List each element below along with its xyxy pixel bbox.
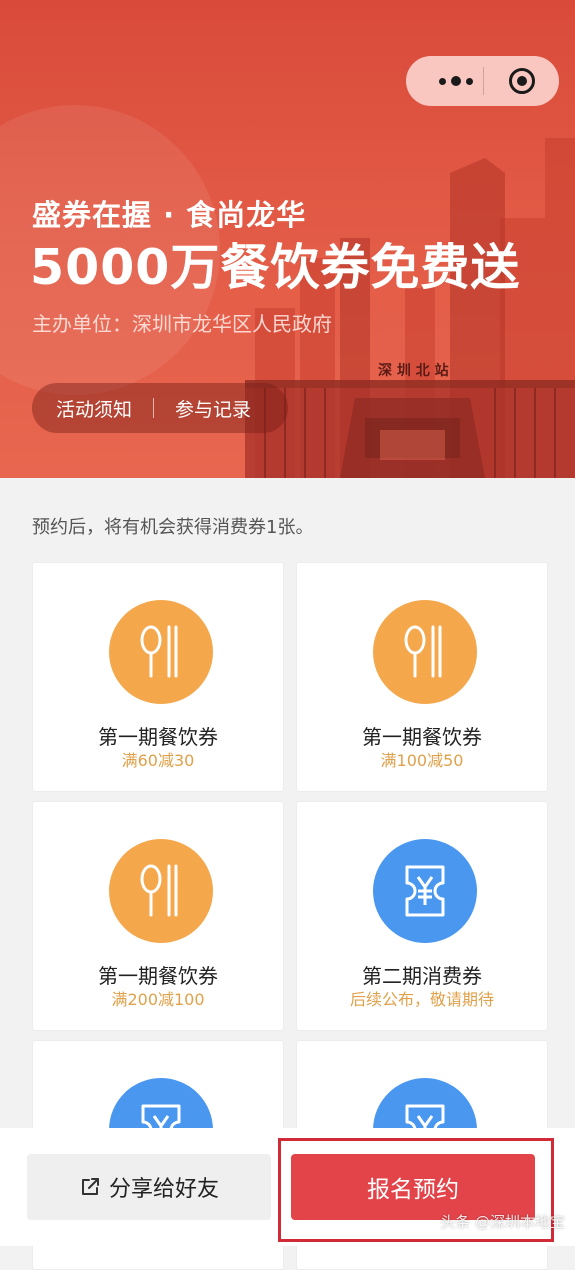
reservation-notice: 预约后，将有机会获得消费券1张。 [32,517,314,538]
share-external-icon [81,1178,99,1195]
organizer-text: 主办单位：深圳市龙华区人民政府 [32,312,332,336]
spoon-chopsticks-icon [109,600,213,704]
source-watermark: 头条 @深圳本地宝 [440,1213,565,1231]
coupon-detail: 满200减100 [111,990,205,1009]
target-close-icon[interactable] [508,67,536,95]
banner-tabs: 活动须知 参与记录 [32,383,288,433]
banner-title-line2: 5000万餐饮券免费送 [30,239,521,296]
more-dots-icon[interactable] [436,70,476,92]
coupon-detail: 满100减50 [380,751,464,770]
coupon-detail: 后续公布，敬请期待 [349,990,494,1009]
reserve-button-label: 报名预约 [367,1177,459,1203]
coupon-card[interactable]: 第一期餐饮券 满100减50 [296,562,548,792]
hero-banner: 深 圳 北 站 盛券在握 · 食尚龙华 5000万餐饮券免费送 主办单位：深圳市… [0,0,575,478]
coupon-name: 第一期餐饮券 [98,725,218,749]
tab-participation-records[interactable]: 参与记录 [175,395,251,422]
coupon-name: 第一期餐饮券 [98,964,218,988]
capsule-divider [483,67,484,95]
coupon-card[interactable]: 第一期餐饮券 满200减100 [32,801,284,1031]
share-button-label: 分享给好友 [108,1177,219,1202]
mini-program-capsule [406,56,559,106]
spoon-chopsticks-icon [373,600,477,704]
share-button[interactable]: 分享给好友 [27,1154,271,1220]
tab-divider [153,398,155,418]
coupon-name: 第二期消费券 [362,964,482,988]
yen-ticket-icon [373,839,477,943]
coupon-name: 第一期餐饮券 [362,725,482,749]
coupon-detail: 满60减30 [121,751,195,770]
tab-activity-notice[interactable]: 活动须知 [56,395,132,422]
coupon-card[interactable]: 第一期餐饮券 满60减30 [32,562,284,792]
station-sign: 深 圳 北 站 [378,363,449,379]
bottom-action-bar: 分享给好友 报名预约 头条 @深圳本地宝 [0,1128,575,1246]
coupon-card[interactable]: 第二期消费券 后续公布，敬请期待 [296,801,548,1031]
spoon-chopsticks-icon [109,839,213,943]
